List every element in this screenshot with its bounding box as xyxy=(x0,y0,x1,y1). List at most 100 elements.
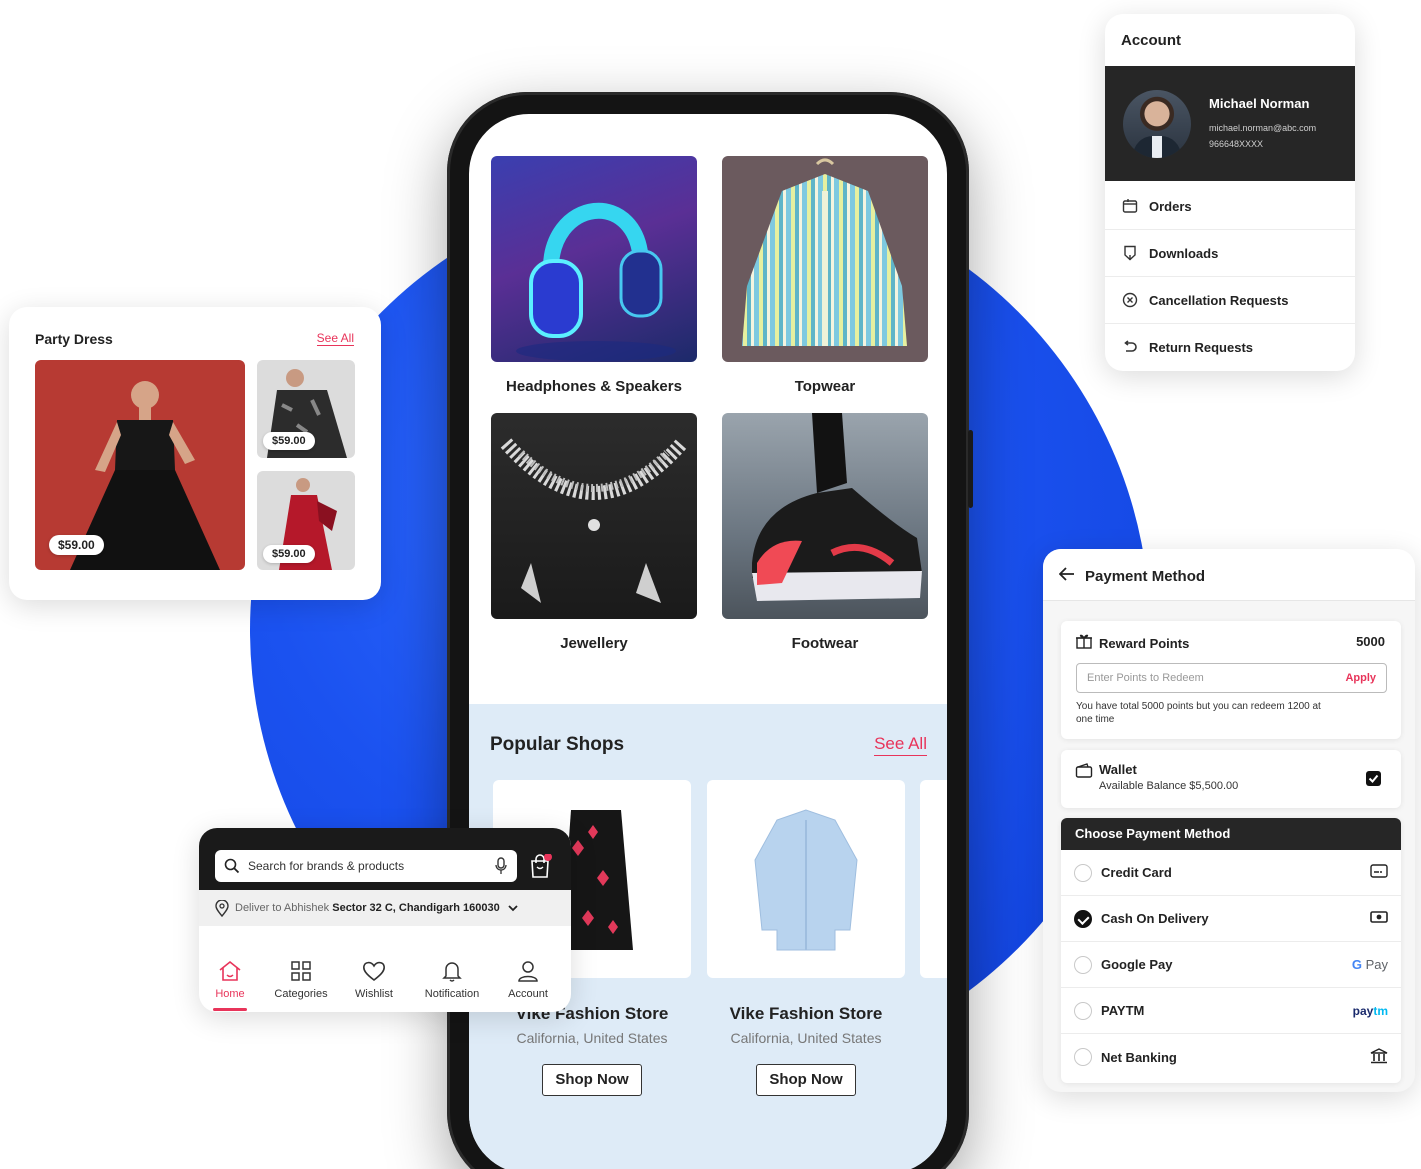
avatar xyxy=(1123,90,1191,158)
account-item-orders[interactable]: Orders xyxy=(1105,183,1355,230)
payment-option-cod[interactable]: Cash On Delivery xyxy=(1061,896,1401,942)
account-item-cancellation[interactable]: Cancellation Requests xyxy=(1105,277,1355,324)
payment-option-google-pay[interactable]: Google Pay G Pay xyxy=(1061,942,1401,988)
download-icon xyxy=(1121,244,1139,262)
user-icon xyxy=(492,958,564,984)
redeem-placeholder: Enter Points to Redeem xyxy=(1087,672,1204,684)
party-dress-thumb-2[interactable]: $59.00 xyxy=(257,471,355,570)
nav-label: Home xyxy=(215,988,245,1000)
see-all-link[interactable]: See All xyxy=(874,734,927,756)
wallet-label: Wallet xyxy=(1099,762,1137,777)
category-card-topwear[interactable]: Topwear xyxy=(722,156,928,395)
account-item-label: Return Requests xyxy=(1149,340,1254,355)
party-dress-main-image[interactable]: $59.00 xyxy=(35,360,245,570)
category-label: Topwear xyxy=(794,378,856,395)
payment-method-card: Payment Method Reward Points 5000 Enter … xyxy=(1043,549,1415,1092)
search-input[interactable]: Search for brands & products xyxy=(215,850,517,882)
payment-option-net-banking[interactable]: Net Banking xyxy=(1061,1034,1401,1080)
reward-row: Reward Points xyxy=(1075,632,1189,655)
shop-location: California, United States xyxy=(516,1030,668,1046)
radio-button[interactable] xyxy=(1074,863,1092,882)
heart-icon xyxy=(338,958,410,984)
payment-option-label: Google Pay xyxy=(1101,957,1173,972)
payment-option-label: Cash On Delivery xyxy=(1101,911,1209,926)
headphones-image xyxy=(491,156,697,362)
radio-button-selected[interactable] xyxy=(1074,909,1092,928)
shop-card-partial[interactable] xyxy=(920,780,947,978)
deliver-to-text: Deliver to Abhishek Sector 32 C, Chandig… xyxy=(235,902,500,914)
cancel-circle-icon xyxy=(1121,291,1139,309)
wallet-balance: Available Balance $5,500.00 xyxy=(1099,780,1239,792)
account-card: Account Michael Norman michael.norman@ab… xyxy=(1105,14,1355,371)
choose-method-header: Choose Payment Method xyxy=(1061,818,1401,850)
nav-item-account[interactable]: Account xyxy=(492,958,564,1000)
redeem-points-input[interactable]: Enter Points to Redeem Apply xyxy=(1076,663,1387,693)
delivery-location-bar[interactable]: Deliver to Abhishek Sector 32 C, Chandig… xyxy=(199,890,571,926)
nav-item-categories[interactable]: Categories xyxy=(265,958,337,1000)
sneaker-image xyxy=(722,413,928,619)
payment-option-paytm[interactable]: PAYTM paytm xyxy=(1061,988,1401,1034)
shop-location: California, United States xyxy=(730,1030,882,1046)
payment-title: Payment Method xyxy=(1085,567,1206,585)
shop-image-partial xyxy=(920,780,947,978)
radio-button[interactable] xyxy=(1074,1001,1092,1020)
section-title: Party Dress xyxy=(35,331,113,347)
search-placeholder: Search for brands & products xyxy=(248,859,405,873)
striped-shirt-image xyxy=(722,156,928,362)
active-tab-indicator xyxy=(213,1008,247,1011)
search-icon xyxy=(224,858,240,874)
reward-points-box: Reward Points 5000 Enter Points to Redee… xyxy=(1061,621,1401,739)
nav-item-home[interactable]: Home xyxy=(199,958,266,1000)
shop-now-button[interactable]: Shop Now xyxy=(756,1064,856,1096)
price-badge: $59.00 xyxy=(263,432,315,450)
shirt-image xyxy=(707,780,905,978)
shop-card[interactable]: Vike Fashion Store California, United St… xyxy=(707,780,905,1096)
profile-header: Michael Norman michael.norman@abc.com 96… xyxy=(1105,66,1355,181)
shop-now-button[interactable]: Shop Now xyxy=(542,1064,642,1096)
payment-option-credit-card[interactable]: Credit Card xyxy=(1061,850,1401,896)
payment-option-label: Credit Card xyxy=(1101,865,1172,880)
account-item-returns[interactable]: Return Requests xyxy=(1105,324,1355,371)
apply-button[interactable]: Apply xyxy=(1345,672,1376,684)
gift-icon xyxy=(1075,632,1093,655)
user-email: michael.norman@abc.com xyxy=(1209,123,1317,133)
user-name: Michael Norman xyxy=(1209,96,1310,111)
shop-name: Vike Fashion Store xyxy=(729,1004,883,1023)
party-dress-thumb-1[interactable]: $59.00 xyxy=(257,360,355,458)
account-item-downloads[interactable]: Downloads xyxy=(1105,230,1355,277)
see-all-link[interactable]: See All xyxy=(316,331,354,346)
necklace-image xyxy=(491,413,697,619)
account-item-label: Cancellation Requests xyxy=(1149,292,1289,308)
radio-button[interactable] xyxy=(1074,955,1092,974)
reward-points-value: 5000 xyxy=(1356,634,1385,649)
shopping-bag-icon[interactable] xyxy=(530,853,552,883)
microphone-icon[interactable] xyxy=(495,857,507,875)
phone-side-button xyxy=(968,430,973,508)
bank-icon xyxy=(1370,1047,1388,1067)
wallet-checkbox[interactable] xyxy=(1366,771,1381,786)
nav-item-notification[interactable]: Notification xyxy=(416,958,488,1000)
nav-label: Notification xyxy=(424,988,480,1000)
grid-icon xyxy=(265,958,337,984)
user-phone: 966648XXXX xyxy=(1209,139,1264,149)
payment-header: Payment Method xyxy=(1058,567,1206,585)
paytm-logo: paytm xyxy=(1352,1003,1388,1018)
category-card-footwear[interactable]: Footwear xyxy=(722,413,928,652)
nav-item-wishlist[interactable]: Wishlist xyxy=(338,958,410,1000)
payment-option-label: Net Banking xyxy=(1101,1049,1177,1065)
payment-methods-box: Choose Payment Method Credit Card Cash O… xyxy=(1061,818,1401,1083)
wallet-box[interactable]: Wallet Available Balance $5,500.00 xyxy=(1061,750,1401,808)
account-item-label: Downloads xyxy=(1149,245,1219,261)
reward-label: Reward Points xyxy=(1099,636,1190,651)
deliver-address: Sector 32 C, Chandigarh 160030 xyxy=(332,902,500,914)
category-label: Headphones & Speakers xyxy=(506,378,682,395)
back-arrow-icon[interactable] xyxy=(1058,567,1075,585)
category-label: Footwear xyxy=(791,635,859,652)
nav-label: Categories xyxy=(274,988,328,1000)
category-card-headphones[interactable]: Headphones & Speakers xyxy=(491,156,697,395)
category-card-jewellery[interactable]: Jewellery xyxy=(491,413,697,652)
gpay-logo: G Pay xyxy=(1351,957,1388,972)
account-item-label: Orders xyxy=(1149,198,1192,214)
chevron-down-icon[interactable] xyxy=(508,904,518,912)
radio-button[interactable] xyxy=(1074,1048,1092,1066)
